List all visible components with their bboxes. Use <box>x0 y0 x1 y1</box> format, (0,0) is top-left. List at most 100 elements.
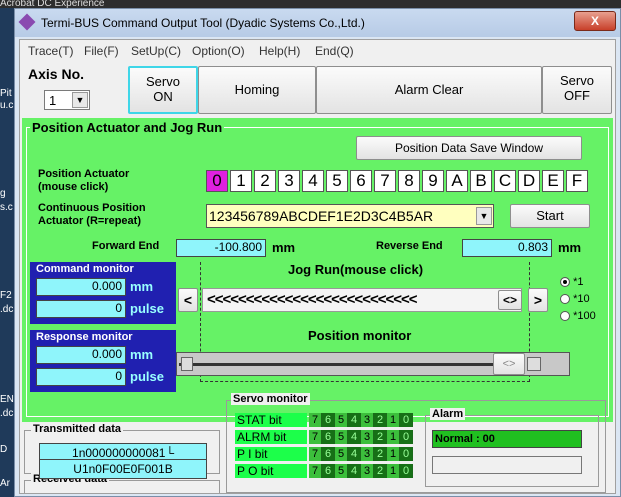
servo-monitor-group: Servo monitor STAT bit 7 6 5 4 3 2 1 0 ALRM bit 7 6… <box>226 393 606 493</box>
reverse-end-unit: mm <box>558 240 582 255</box>
position-button-6[interactable]: 6 <box>350 170 372 192</box>
radio-icon <box>560 311 570 322</box>
menu-file[interactable]: File(F) <box>84 44 119 58</box>
menu-trace[interactable]: Trace(T) <box>28 44 74 58</box>
position-button-7[interactable]: 7 <box>374 170 396 192</box>
position-button-0[interactable]: 0 <box>206 170 228 192</box>
position-button-f[interactable]: F <box>566 170 588 192</box>
cont-label-1: Continuous Position <box>38 202 146 214</box>
desktop-label: g <box>0 188 6 199</box>
desktop-taskbar-text: Acrobat DC Experience <box>0 0 621 8</box>
speed-radio-10[interactable]: *10 <box>560 293 590 305</box>
menu-help[interactable]: Help(H) <box>259 44 300 58</box>
bit-cell: 2 <box>374 430 387 444</box>
jog-right-button[interactable]: > <box>528 288 548 312</box>
menu-setup[interactable]: SetUp(C) <box>131 44 181 58</box>
axis-select[interactable]: 1 ▼ <box>44 90 90 110</box>
position-monitor-rail <box>179 363 493 366</box>
position-button-b[interactable]: B <box>470 170 492 192</box>
servo-off-button[interactable]: Servo OFF <box>542 66 612 114</box>
servo-row-label: P O bit <box>235 464 307 478</box>
bit-cell: 2 <box>374 413 387 427</box>
command-pulse-value: 0 <box>36 300 126 318</box>
bit-cell: 3 <box>361 430 374 444</box>
position-button-c[interactable]: C <box>494 170 516 192</box>
transmitted-title: Transmitted data <box>31 423 124 435</box>
position-button-e[interactable]: E <box>542 170 564 192</box>
bit-cell: 6 <box>322 413 335 427</box>
alarm-detail <box>432 456 582 474</box>
alarm-group: Alarm Normal : 00 <box>425 408 599 487</box>
chevron-down-icon[interactable]: ▼ <box>72 92 88 108</box>
reverse-end-label: Reverse End <box>376 240 443 252</box>
position-monitor-label: Position monitor <box>308 328 412 343</box>
bit-cell: 4 <box>348 430 361 444</box>
desktop-label: Ar <box>0 478 10 489</box>
forward-end-label: Forward End <box>92 240 160 252</box>
position-button-5[interactable]: 5 <box>326 170 348 192</box>
jog-arrows: <<<<<<<<<<<<<<<<<<<<<<<<<<< <box>207 291 418 308</box>
alarm-title: Alarm <box>430 408 466 420</box>
position-button-2[interactable]: 2 <box>254 170 276 192</box>
bit-cell: 0 <box>400 447 413 461</box>
app-icon <box>18 13 36 31</box>
position-buttons: 0123456789ABCDEF <box>206 170 590 192</box>
bit-cell: 5 <box>335 447 348 461</box>
jog-center-thumb[interactable]: <> <box>498 290 522 310</box>
bit-cell: 0 <box>400 464 413 478</box>
speed-label-100: *100 <box>573 310 596 322</box>
close-button[interactable]: X <box>574 11 616 31</box>
command-monitor-title: Command monitor <box>36 263 134 275</box>
speed-radio-1[interactable]: *1 <box>560 276 583 288</box>
chevron-down-icon[interactable]: ▼ <box>476 207 492 225</box>
position-button-4[interactable]: 4 <box>302 170 324 192</box>
window-title: Termi-BUS Command Output Tool (Dyadic Sy… <box>41 16 365 30</box>
save-window-button[interactable]: Position Data Save Window <box>356 136 582 160</box>
position-button-3[interactable]: 3 <box>278 170 300 192</box>
position-button-9[interactable]: 9 <box>422 170 444 192</box>
menu-option[interactable]: Option(O) <box>192 44 245 58</box>
position-button-1[interactable]: 1 <box>230 170 252 192</box>
bit-cell: 7 <box>309 430 322 444</box>
bit-cell: 3 <box>361 447 374 461</box>
cont-label-2: Actuator (R=repeat) <box>38 215 141 227</box>
desktop-label: EN <box>0 394 14 405</box>
radio-icon <box>560 294 570 305</box>
menu-end[interactable]: End(Q) <box>315 44 354 58</box>
pa-label-2: (mouse click) <box>38 181 109 193</box>
start-button[interactable]: Start <box>510 204 590 228</box>
radio-selected-icon <box>560 277 570 288</box>
bit-cell: 4 <box>348 413 361 427</box>
bit-cell: 7 <box>309 464 322 478</box>
jog-label: Jog Run(mouse click) <box>288 262 424 277</box>
alarm-clear-button[interactable]: Alarm Clear <box>316 66 542 114</box>
title-bar[interactable]: Termi-BUS Command Output Tool (Dyadic Sy… <box>15 9 620 37</box>
bit-cell: 5 <box>335 413 348 427</box>
position-button-d[interactable]: D <box>518 170 540 192</box>
position-monitor-left-stop <box>181 357 193 371</box>
response-mm-unit: mm <box>130 347 154 362</box>
bit-cell: 3 <box>361 464 374 478</box>
homing-button[interactable]: Homing <box>198 66 316 114</box>
servo-on-button[interactable]: Servo ON <box>128 66 198 114</box>
servo-row: STAT bit 7 6 5 4 3 2 1 0 <box>235 413 415 427</box>
bit-cell: 4 <box>348 447 361 461</box>
position-button-a[interactable]: A <box>446 170 468 192</box>
jog-track[interactable]: <<<<<<<<<<<<<<<<<<<<<<<<<<< <box>202 288 522 312</box>
position-button-8[interactable]: 8 <box>398 170 420 192</box>
servo-row-label: P I bit <box>235 447 307 461</box>
speed-radio-100[interactable]: *100 <box>560 310 596 322</box>
response-pulse-unit: pulse <box>130 369 164 384</box>
servo-on-line1: Servo <box>146 74 180 89</box>
continuous-value: 123456789ABCDEF1E2D3C4B5AR <box>209 208 434 224</box>
bit-cell: 1 <box>387 447 400 461</box>
servo-row-label: STAT bit <box>235 413 307 427</box>
servo-on-line2: ON <box>153 89 173 104</box>
jog-left-button[interactable]: < <box>178 288 198 312</box>
servo-row-label: ALRM bit <box>235 430 307 444</box>
pa-label-1: Position Actuator <box>38 168 130 180</box>
speed-label-1: *1 <box>573 276 584 288</box>
continuous-combo[interactable]: 123456789ABCDEF1E2D3C4B5AR ▼ <box>206 204 494 228</box>
servo-off-line2: OFF <box>564 88 590 103</box>
bit-cell: 2 <box>374 447 387 461</box>
